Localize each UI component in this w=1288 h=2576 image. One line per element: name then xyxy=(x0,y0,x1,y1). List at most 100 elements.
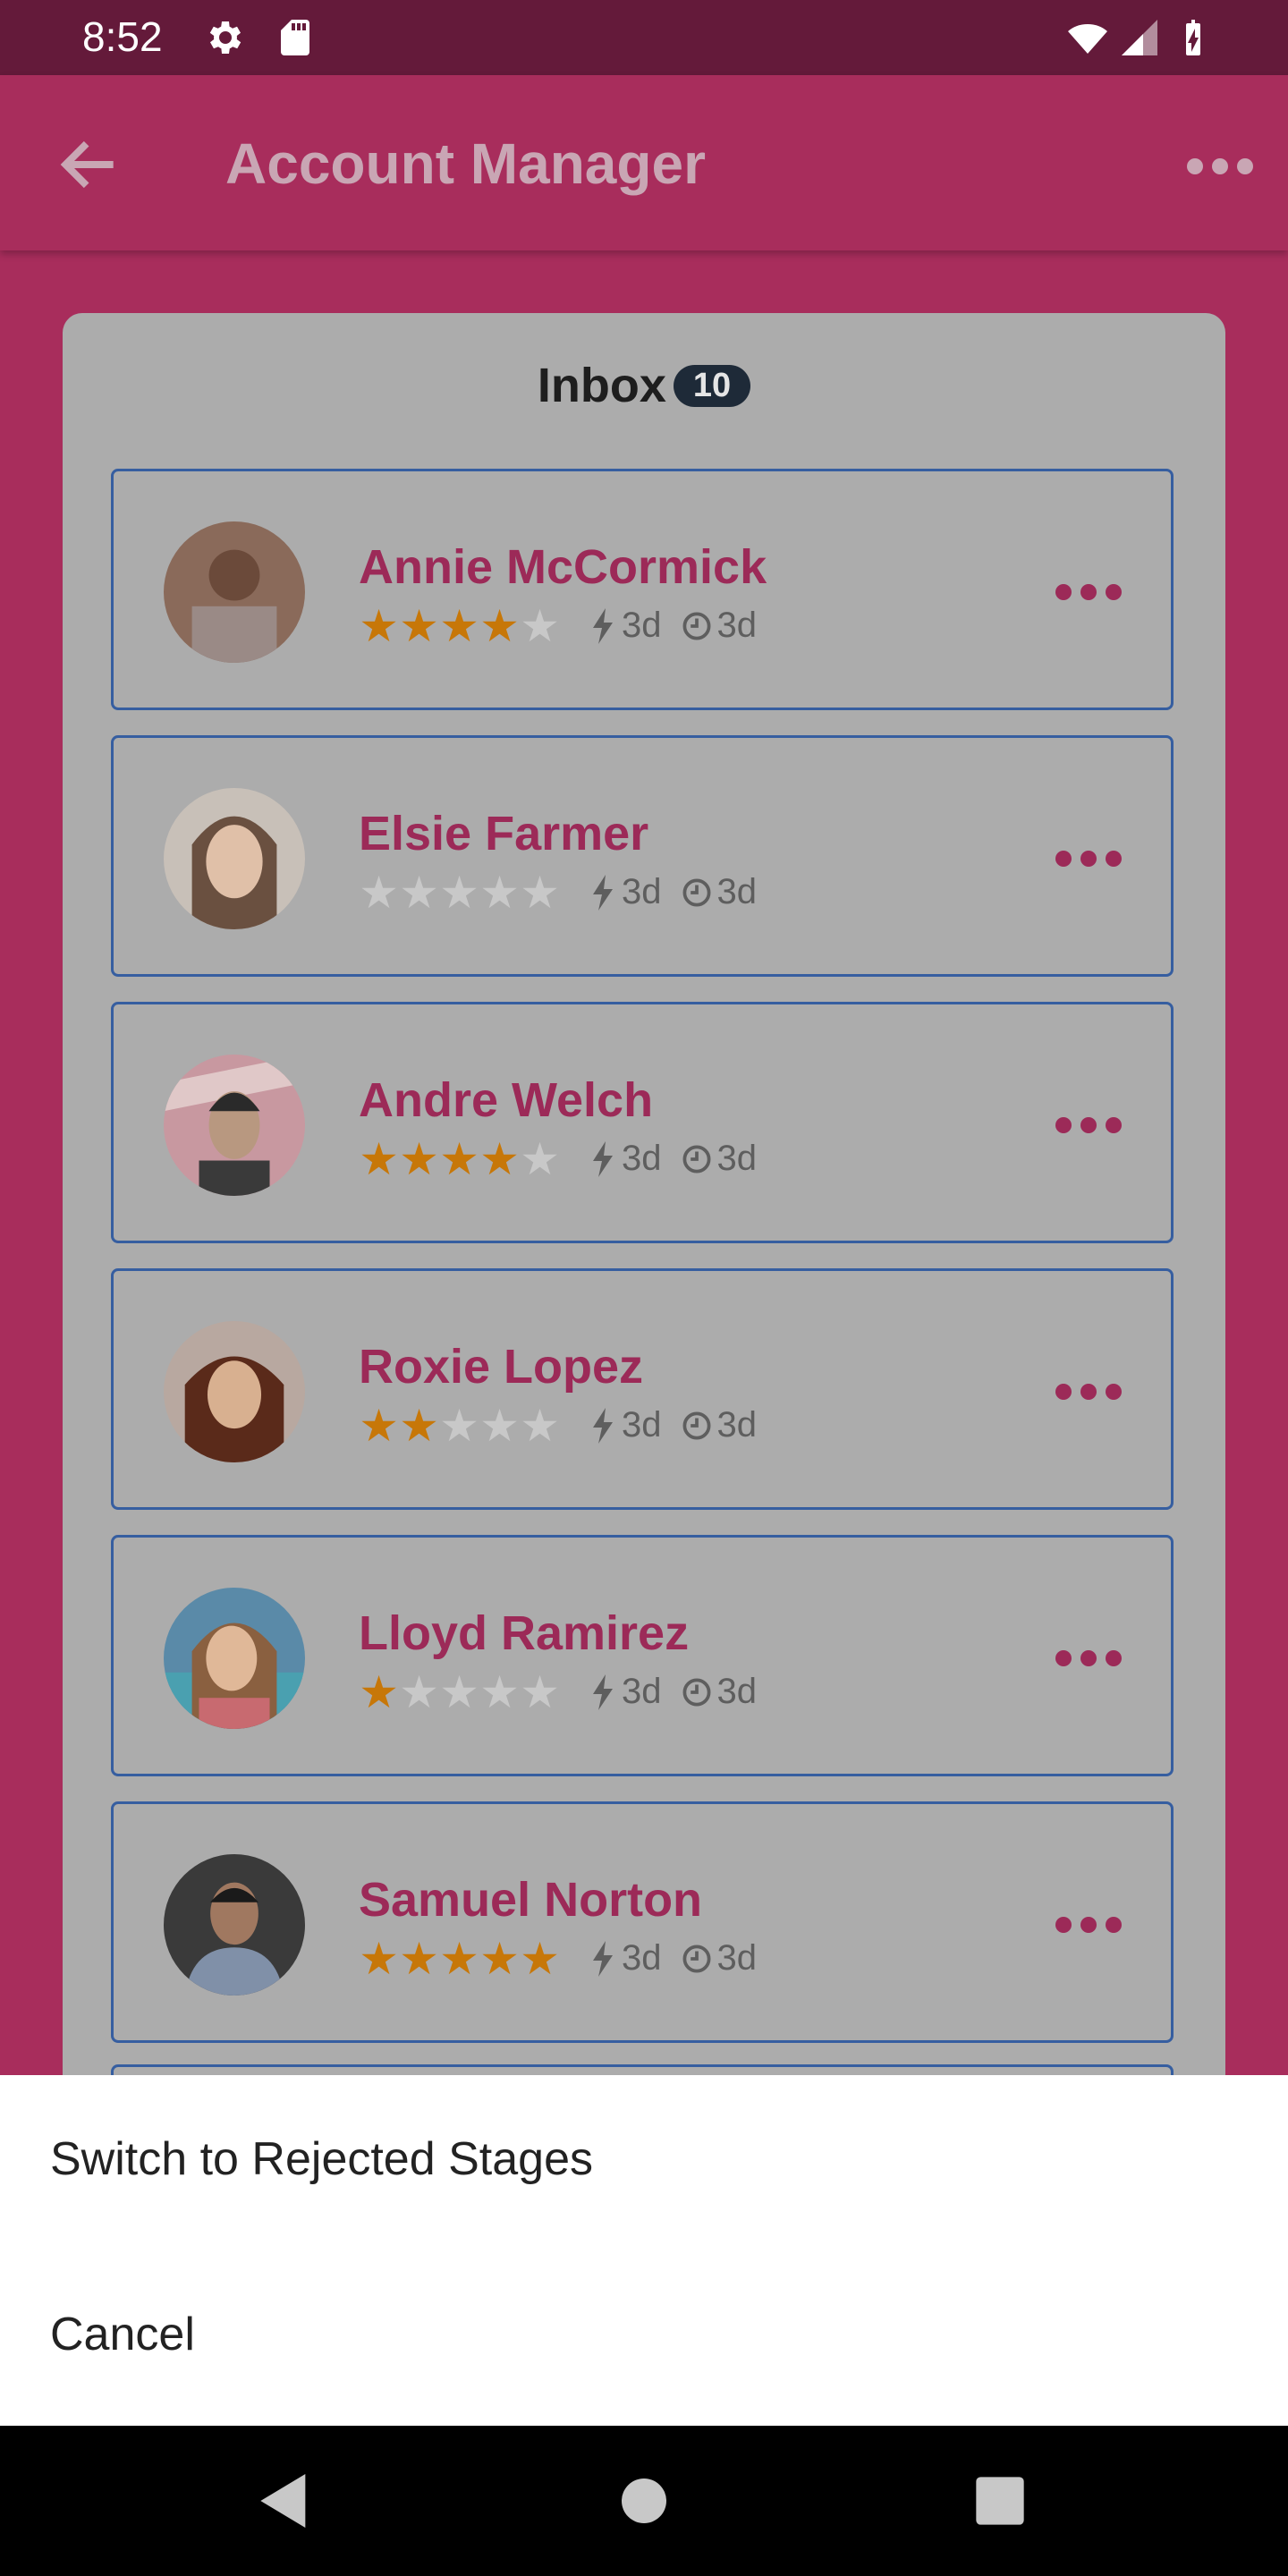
contact-card[interactable]: Annie McCormick ★ ★ ★ ★ ★ 3d 3d xyxy=(111,469,1174,710)
contact-card[interactable]: Andre Welch ★ ★ ★ ★ ★ 3d 3d xyxy=(111,1002,1174,1243)
star-filled-icon: ★ xyxy=(359,1401,399,1451)
star-filled-icon: ★ xyxy=(479,1134,520,1184)
nav-recents-icon[interactable] xyxy=(964,2465,1036,2537)
more-horizontal-icon xyxy=(1044,835,1133,883)
star-rating: ★ ★ ★ ★ ★ xyxy=(359,1137,560,1182)
clock-value: 3d xyxy=(716,1405,758,1445)
contact-more-button[interactable] xyxy=(1044,568,1133,616)
more-horizontal-icon xyxy=(1044,1368,1133,1416)
contact-name: Annie McCormick xyxy=(359,540,767,594)
star-empty-icon: ★ xyxy=(359,868,399,918)
contact-more-button[interactable] xyxy=(1044,1634,1133,1682)
contact-more-button[interactable] xyxy=(1044,1901,1133,1949)
wifi-icon xyxy=(1068,24,1107,54)
star-empty-icon: ★ xyxy=(520,601,560,651)
clock-value: 3d xyxy=(716,1139,758,1178)
contact-name: Andre Welch xyxy=(359,1073,654,1127)
star-rating: ★ ★ ★ ★ ★ xyxy=(359,604,560,648)
action-sheet: Switch to Rejected Stages Cancel xyxy=(0,2075,1288,2426)
star-empty-icon: ★ xyxy=(479,868,520,918)
contact-more-button[interactable] xyxy=(1044,1101,1133,1149)
star-empty-icon: ★ xyxy=(520,1667,560,1717)
clock-icon xyxy=(682,878,710,906)
star-rating: ★ ★ ★ ★ ★ xyxy=(359,1403,560,1448)
system-nav-bar xyxy=(0,2426,1288,2576)
inbox-header: Inbox 10 xyxy=(63,358,1225,413)
lightning-value: 3d xyxy=(622,872,662,911)
contact-name: Roxie Lopez xyxy=(359,1340,644,1394)
star-filled-icon: ★ xyxy=(399,1134,439,1184)
contact-meta: 3d 3d xyxy=(591,1139,757,1179)
star-empty-icon: ★ xyxy=(439,1401,479,1451)
arrow-back-icon xyxy=(60,140,114,189)
star-empty-icon: ★ xyxy=(520,868,560,918)
overflow-menu-button[interactable] xyxy=(1175,140,1265,193)
lightning-value: 3d xyxy=(622,1938,662,1978)
inbox-panel: Inbox 10 Annie McCormick ★ ★ ★ ★ ★ 3d 3d Elsi… xyxy=(63,313,1225,2118)
avatar xyxy=(164,521,305,663)
contact-name: Samuel Norton xyxy=(359,1873,703,1927)
avatar xyxy=(164,1321,305,1462)
clock-icon xyxy=(682,1145,710,1173)
avatar xyxy=(164,1854,305,1996)
star-filled-icon: ★ xyxy=(359,1134,399,1184)
inbox-label: Inbox xyxy=(537,359,666,412)
clock-value: 3d xyxy=(716,1672,758,1711)
page-title: Account Manager xyxy=(225,131,706,196)
star-empty-icon: ★ xyxy=(479,1667,520,1717)
switch-to-rejected-stages-option[interactable]: Switch to Rejected Stages xyxy=(50,2132,593,2186)
contact-name: Lloyd Ramirez xyxy=(359,1606,690,1660)
more-horizontal-icon xyxy=(1044,1901,1133,1949)
more-horizontal-icon xyxy=(1044,1634,1133,1682)
clock-icon xyxy=(682,1678,710,1706)
lightning-value: 3d xyxy=(622,1139,662,1178)
star-empty-icon: ★ xyxy=(399,1667,439,1717)
star-rating: ★ ★ ★ ★ ★ xyxy=(359,1936,560,1981)
more-horizontal-icon xyxy=(1175,140,1265,193)
app-bar: Account Manager xyxy=(0,75,1288,250)
lightning-icon xyxy=(593,1140,613,1177)
clock-icon xyxy=(682,1945,710,1972)
contact-more-button[interactable] xyxy=(1044,1368,1133,1416)
nav-home-icon[interactable] xyxy=(608,2465,680,2537)
star-filled-icon: ★ xyxy=(439,1934,479,1984)
star-empty-icon: ★ xyxy=(520,1134,560,1184)
more-horizontal-icon xyxy=(1044,568,1133,616)
star-filled-icon: ★ xyxy=(399,601,439,651)
avatar xyxy=(164,1588,305,1729)
contact-card[interactable]: Roxie Lopez ★ ★ ★ ★ ★ 3d 3d xyxy=(111,1268,1174,1510)
contact-more-button[interactable] xyxy=(1044,835,1133,883)
lightning-icon xyxy=(593,607,613,644)
contact-meta: 3d 3d xyxy=(591,606,757,646)
clock-icon xyxy=(682,1411,710,1439)
contact-card[interactable]: Elsie Farmer ★ ★ ★ ★ ★ 3d 3d xyxy=(111,735,1174,977)
star-filled-icon: ★ xyxy=(479,1934,520,1984)
lightning-icon xyxy=(593,1674,613,1710)
back-button[interactable] xyxy=(54,129,125,200)
contact-meta: 3d 3d xyxy=(591,1405,757,1445)
signal-icon xyxy=(1122,20,1157,55)
contact-meta: 3d 3d xyxy=(591,872,757,912)
lightning-value: 3d xyxy=(622,1672,662,1711)
star-filled-icon: ★ xyxy=(359,1934,399,1984)
avatar xyxy=(164,788,305,929)
nav-back-icon[interactable] xyxy=(249,2465,320,2537)
lightning-icon xyxy=(593,1940,613,1977)
star-filled-icon: ★ xyxy=(479,601,520,651)
contact-card[interactable]: Samuel Norton ★ ★ ★ ★ ★ 3d 3d xyxy=(111,1801,1174,2043)
star-filled-icon: ★ xyxy=(439,1134,479,1184)
clock-value: 3d xyxy=(716,606,758,645)
cancel-option[interactable]: Cancel xyxy=(50,2308,195,2361)
star-empty-icon: ★ xyxy=(399,868,439,918)
star-empty-icon: ★ xyxy=(479,1401,520,1451)
contact-card[interactable]: Lloyd Ramirez ★ ★ ★ ★ ★ 3d 3d xyxy=(111,1535,1174,1776)
status-time: 8:52 xyxy=(82,13,163,60)
lightning-icon xyxy=(593,874,613,911)
inbox-count-badge: 10 xyxy=(673,365,751,407)
star-rating: ★ ★ ★ ★ ★ xyxy=(359,1670,560,1715)
contact-meta: 3d 3d xyxy=(591,1938,757,1979)
settings-icon xyxy=(209,21,242,54)
contact-name: Elsie Farmer xyxy=(359,807,649,860)
clock-value: 3d xyxy=(716,872,758,911)
star-filled-icon: ★ xyxy=(439,601,479,651)
